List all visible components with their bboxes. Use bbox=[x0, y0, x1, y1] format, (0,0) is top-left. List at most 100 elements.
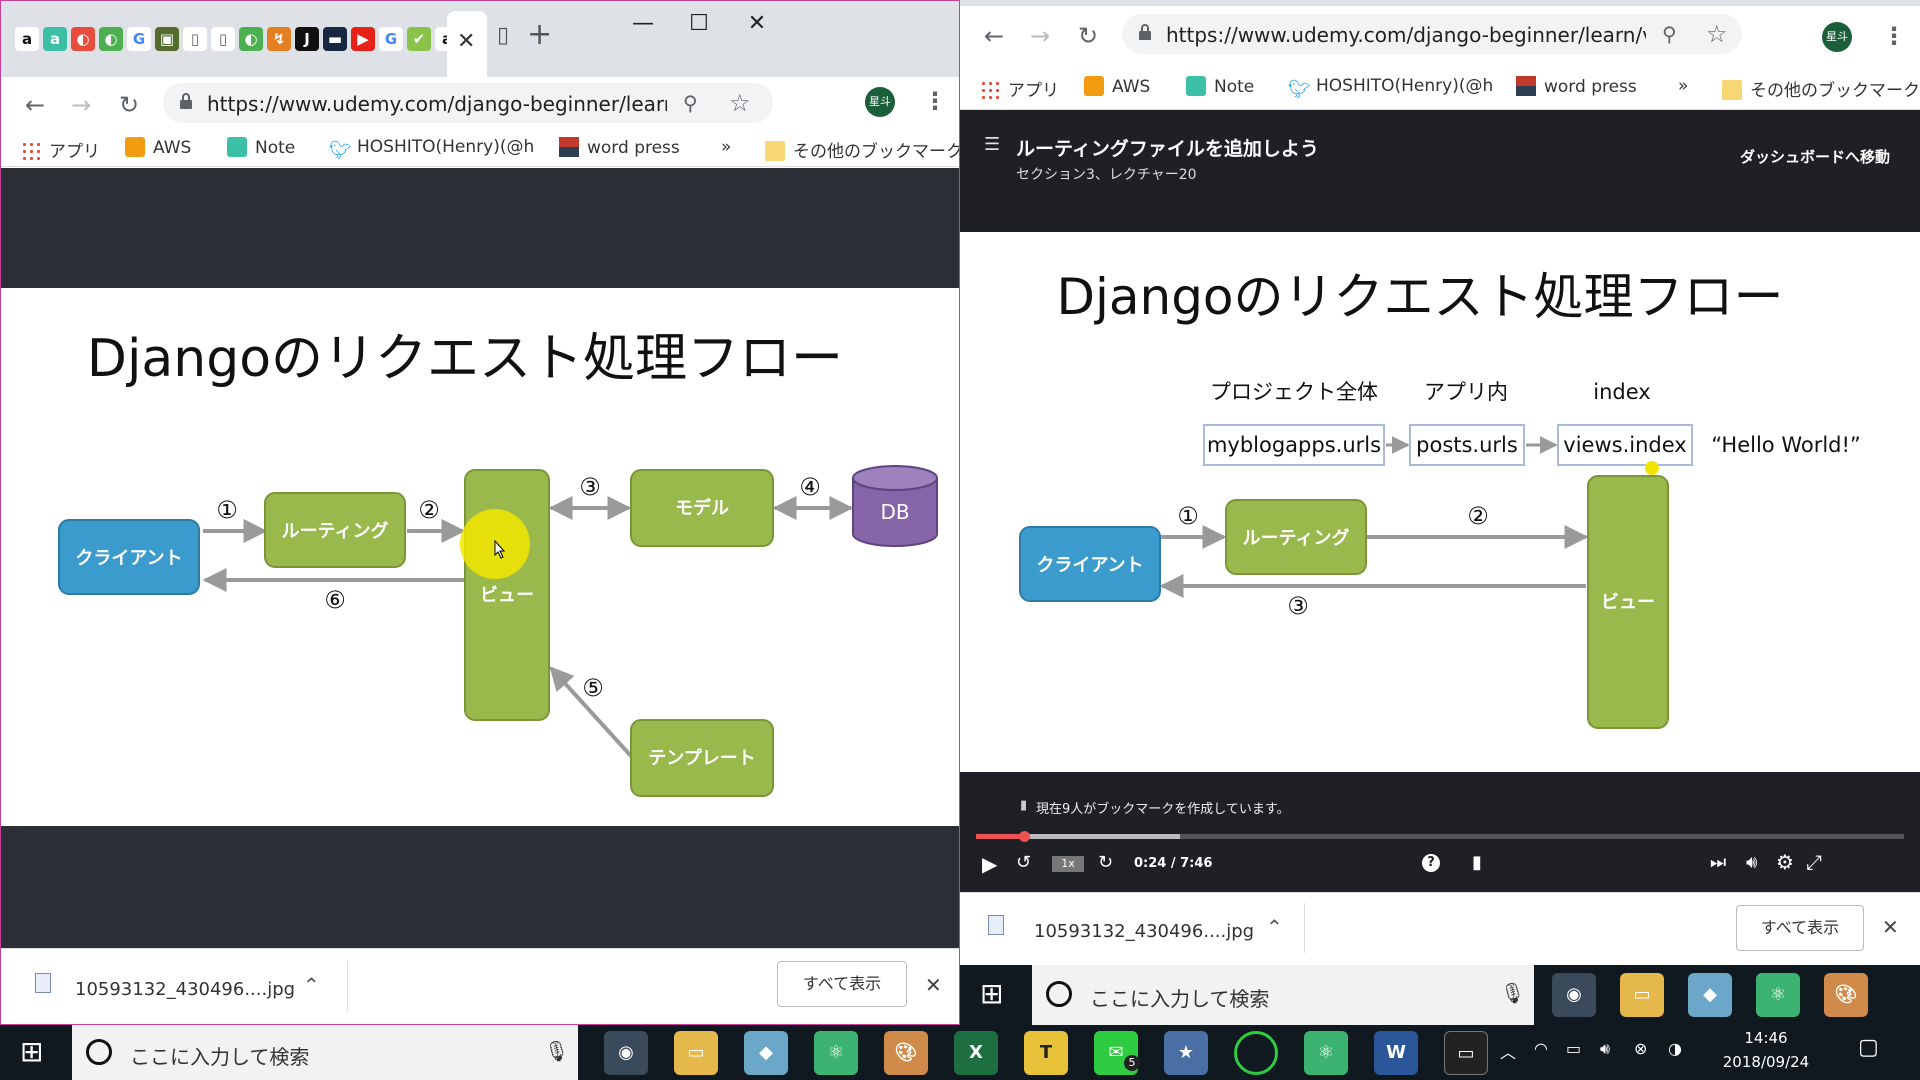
windows-start-icon[interactable]: ⊞ bbox=[980, 977, 1003, 1010]
forward-icon[interactable]: ↻ bbox=[1098, 852, 1113, 873]
app-icon[interactable]: ◆ bbox=[1688, 973, 1732, 1017]
file-explorer-icon[interactable]: ▭ bbox=[674, 1031, 718, 1075]
bookmark-overflow[interactable]: » bbox=[1678, 76, 1688, 96]
atom-icon[interactable]: ⚛ bbox=[1304, 1031, 1348, 1075]
play-icon[interactable]: ▶ bbox=[982, 852, 997, 876]
tab-favicon-image-icon[interactable]: ▣ bbox=[155, 27, 179, 51]
microphone-icon[interactable]: 🎙︎ bbox=[1500, 981, 1525, 1005]
file-explorer-icon[interactable]: ▭ bbox=[1620, 973, 1664, 1017]
fullscreen-icon[interactable]: ⤢ bbox=[1806, 850, 1822, 874]
add-bookmark-icon[interactable]: ▮ bbox=[1472, 852, 1482, 873]
tab-favicon-amazon-icon[interactable]: a bbox=[15, 27, 39, 51]
next-lecture-icon[interactable]: ⏭ bbox=[1710, 852, 1726, 873]
zoom-icon[interactable]: ⚲ bbox=[683, 91, 698, 115]
tab-favicon-google-icon[interactable]: G bbox=[127, 27, 151, 51]
bookmark-apps[interactable]: アプリ bbox=[980, 76, 1059, 101]
new-tab-icon[interactable]: + bbox=[527, 17, 552, 52]
chrome-taskbar-icon[interactable]: ◉ bbox=[1552, 973, 1596, 1017]
download-filename[interactable]: 10593132_430496....jpg bbox=[1034, 921, 1254, 942]
loading-icon[interactable] bbox=[1234, 1031, 1278, 1075]
wifi-icon[interactable]: ◠ bbox=[1534, 1039, 1548, 1058]
bookmark-wordpress[interactable]: word press bbox=[559, 137, 680, 158]
bookmark-note[interactable]: Note bbox=[1186, 76, 1254, 97]
slide-right[interactable]: Djangoのリクエスト処理フロー プロジェクト全体 アプリ内 index my… bbox=[960, 232, 1920, 772]
back-icon[interactable]: ← bbox=[980, 22, 1008, 50]
bookmark-aws[interactable]: AWS bbox=[125, 137, 191, 158]
bookmark-twitter[interactable]: 🐦︎ HOSHITO(Henry)(@h bbox=[1288, 76, 1493, 100]
bookmark-star-icon[interactable]: ☆ bbox=[1706, 20, 1728, 48]
tab-page-icon[interactable]: ▯ bbox=[497, 23, 509, 48]
tab-favicon-page-icon[interactable]: ▯ bbox=[183, 27, 207, 51]
bookmark-other-folder[interactable]: その他のブックマーク bbox=[765, 137, 959, 162]
windows-start-icon[interactable]: ⊞ bbox=[20, 1035, 43, 1068]
tab-favicon-orange-icon[interactable]: ↯ bbox=[267, 27, 291, 51]
bookmark-star-icon[interactable]: ☆ bbox=[729, 89, 751, 117]
tab-favicon-page-icon[interactable]: ▯ bbox=[211, 27, 235, 51]
bookmark-wordpress[interactable]: word press bbox=[1516, 76, 1637, 97]
excel-icon[interactable]: X bbox=[954, 1031, 998, 1075]
profile-avatar[interactable]: 星斗 bbox=[865, 87, 895, 117]
show-all-button[interactable]: すべて表示 bbox=[777, 961, 907, 1007]
close-download-bar-icon[interactable]: ✕ bbox=[925, 973, 942, 997]
search-placeholder[interactable]: ここに入力して検索 bbox=[1090, 983, 1269, 1012]
forward-icon[interactable]: → bbox=[67, 91, 95, 119]
volume-icon[interactable]: 🔊︎ bbox=[1600, 1039, 1610, 1059]
curriculum-list-icon[interactable]: ☰ bbox=[984, 134, 1000, 155]
rewind-icon[interactable]: ↺ bbox=[1016, 852, 1031, 873]
dashboard-link[interactable]: ダッシュボードへ移動 bbox=[1740, 146, 1890, 167]
tab-favicon-note-icon[interactable]: a bbox=[43, 27, 67, 51]
profile-avatar[interactable]: 星斗 bbox=[1822, 22, 1852, 52]
progress-knob[interactable] bbox=[1019, 831, 1031, 842]
settings-gear-icon[interactable]: ⚙ bbox=[1776, 850, 1794, 874]
tab-favicon-google-icon[interactable]: G bbox=[379, 27, 403, 51]
tab-favicon-green-icon[interactable]: ◐ bbox=[99, 27, 123, 51]
omnibox[interactable]: https://www.udemy.com/django-beginner/le… bbox=[1122, 14, 1742, 54]
app-icon[interactable]: ◆ bbox=[744, 1031, 788, 1075]
chevron-up-icon[interactable]: ⌃ bbox=[1266, 915, 1283, 939]
reload-icon[interactable]: ↻ bbox=[115, 91, 143, 119]
atom-icon[interactable]: ⚛ bbox=[1756, 973, 1800, 1017]
tab-favicon-check-icon[interactable]: ✔ bbox=[407, 27, 431, 51]
menu-icon[interactable]: ⋮ bbox=[923, 87, 947, 115]
close-window-icon[interactable]: ✕ bbox=[727, 9, 787, 39]
back-icon[interactable]: ← bbox=[21, 91, 49, 119]
tab-favicon-youtube-icon[interactable]: ▶ bbox=[351, 27, 375, 51]
close-download-bar-icon[interactable]: ✕ bbox=[1882, 915, 1899, 939]
paint-icon[interactable]: 🎨︎ bbox=[884, 1031, 928, 1075]
chevron-up-icon[interactable]: ⌃ bbox=[303, 973, 320, 997]
active-tab[interactable]: ✕ bbox=[447, 11, 487, 77]
action-center-icon[interactable]: ▢ bbox=[1858, 1035, 1879, 1060]
tab-favicon-green-icon[interactable]: ◐ bbox=[239, 27, 263, 51]
tab-favicon-dark-icon[interactable]: ▬ bbox=[323, 27, 347, 51]
cancel-icon[interactable]: ⊗ bbox=[1634, 1039, 1647, 1058]
menu-icon[interactable]: ⋮ bbox=[1882, 22, 1906, 50]
forward-icon[interactable]: → bbox=[1026, 22, 1054, 50]
minimize-icon[interactable]: — bbox=[613, 9, 673, 39]
terminal-icon[interactable]: ▭ bbox=[1444, 1031, 1488, 1075]
bookmark-note[interactable]: Note bbox=[227, 137, 295, 158]
download-filename[interactable]: 10593132_430496....jpg bbox=[75, 979, 295, 1000]
clock-time[interactable]: 14:46 bbox=[1726, 1029, 1806, 1047]
taskbar-search[interactable]: ここに入力して検索 🎙︎ bbox=[1032, 965, 1534, 1025]
tab-favicon-j-icon[interactable]: J bbox=[295, 27, 319, 51]
omnibox[interactable]: https://www.udemy.com/django-beginner/le… bbox=[163, 83, 773, 123]
atom-icon[interactable]: ⚛ bbox=[814, 1031, 858, 1075]
chrome-taskbar-icon[interactable]: ◉ bbox=[604, 1031, 648, 1075]
url-text[interactable]: https://www.udemy.com/django-beginner/le… bbox=[207, 92, 667, 116]
tab-close-icon[interactable]: ✕ bbox=[457, 29, 475, 54]
maximize-icon[interactable]: ☐ bbox=[669, 9, 729, 39]
tab-favicon-red-icon[interactable]: ◐ bbox=[71, 27, 95, 51]
show-all-button[interactable]: すべて表示 bbox=[1736, 905, 1864, 951]
zoom-icon[interactable]: ⚲ bbox=[1662, 22, 1677, 46]
bookmark-twitter[interactable]: 🐦︎ HOSHITO(Henry)(@h bbox=[329, 137, 534, 161]
volume-icon[interactable]: 🔊︎ bbox=[1746, 852, 1757, 873]
clock-date[interactable]: 2018/09/24 bbox=[1714, 1053, 1818, 1071]
app-tray-icon[interactable]: ◑ bbox=[1668, 1039, 1682, 1058]
battery-icon[interactable]: ▭ bbox=[1566, 1039, 1581, 1058]
reload-icon[interactable]: ↻ bbox=[1074, 22, 1102, 50]
app-icon[interactable]: ★ bbox=[1164, 1031, 1208, 1075]
slide-left[interactable]: Djangoのリクエスト処理フロー クライアント ルーティング ビュー モデル … bbox=[3, 288, 959, 826]
bookmark-other-folder[interactable]: その他のブックマーク bbox=[1722, 76, 1920, 101]
progress-track[interactable] bbox=[976, 831, 1904, 842]
tray-chevron-icon[interactable]: ︿ bbox=[1500, 1039, 1516, 1063]
